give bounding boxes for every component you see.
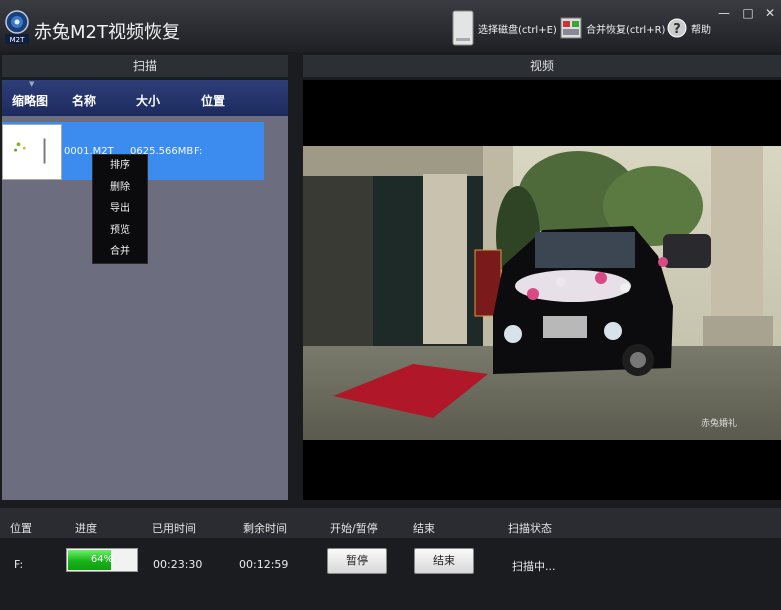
context-menu: 排序 删除 导出 预览 合并 — [92, 154, 148, 264]
app-title: 赤兔M2T视频恢复 — [34, 22, 180, 43]
select-disk-label: 选择磁盘(ctrl+E) — [478, 24, 557, 36]
svg-text:M2T: M2T — [10, 36, 25, 44]
minimize-button[interactable]: — — [713, 4, 735, 22]
app-logo-icon: M2T — [5, 10, 29, 44]
menu-item-export[interactable]: 导出 — [93, 198, 147, 220]
video-frame-image — [303, 146, 781, 440]
status-col-location: 位置 — [10, 522, 32, 535]
elapsed-time: 00:23:30 — [153, 558, 203, 571]
remaining-time: 00:12:59 — [239, 558, 289, 571]
video-panel-header: 视频 — [303, 55, 781, 77]
column-location[interactable]: 位置 — [201, 92, 225, 109]
video-preview: 赤兔婚礼 — [303, 80, 781, 500]
scan-status-header: 位置 进度 已用时间 剩余时间 开始/暂停 结束 扫描状态 — [0, 508, 781, 538]
merge-recover-button[interactable]: 合并恢复(ctrl+R) — [560, 10, 665, 46]
scan-status-row: F: 64% 00:23:30 00:12:59 暂停 结束 扫描中... — [0, 540, 781, 610]
menu-item-preview[interactable]: 预览 — [93, 220, 147, 242]
scan-file-list: ▼ 缩略图 名称 大小 位置 0001.M2T 0625.566MB F: — [2, 80, 288, 500]
help-label: 帮助 — [691, 24, 711, 36]
column-size[interactable]: 大小 — [136, 92, 160, 109]
scan-panel-header: 扫描 — [2, 55, 288, 77]
scan-location: F: — [14, 558, 24, 571]
help-button[interactable]: ? 帮助 — [667, 10, 711, 46]
end-button[interactable]: 结束 — [414, 548, 474, 574]
title-bar: M2T 赤兔M2T视频恢复 选择磁盘(ctrl+E) 合并恢复(ctrl+R) … — [0, 0, 781, 52]
status-col-progress: 进度 — [75, 522, 97, 535]
status-col-elapsed: 已用时间 — [152, 522, 196, 535]
status-col-start-pause: 开始/暂停 — [330, 522, 378, 535]
progress-text: 64% — [90, 554, 114, 565]
file-list-header: ▼ 缩略图 名称 大小 位置 — [2, 80, 288, 116]
svg-text:?: ? — [673, 22, 681, 37]
merge-icon — [560, 17, 582, 39]
menu-item-sort[interactable]: 排序 — [93, 155, 147, 177]
video-thumbnail — [2, 124, 62, 180]
column-name[interactable]: 名称 — [72, 92, 96, 109]
sort-indicator-icon: ▼ — [29, 80, 35, 88]
menu-item-delete[interactable]: 删除 — [93, 177, 147, 199]
menu-item-merge[interactable]: 合并 — [93, 241, 147, 263]
merge-recover-label: 合并恢复(ctrl+R) — [586, 24, 666, 36]
maximize-button[interactable]: □ — [737, 4, 759, 22]
select-disk-button[interactable]: 选择磁盘(ctrl+E) — [452, 10, 557, 46]
pause-button[interactable]: 暂停 — [327, 548, 387, 574]
disk-icon — [452, 10, 474, 46]
file-location: F: — [194, 146, 203, 157]
scan-progress-bar: 64% — [66, 548, 138, 572]
close-button[interactable]: ✕ — [759, 4, 781, 22]
status-col-scan-state: 扫描状态 — [508, 522, 552, 535]
help-icon: ? — [667, 18, 687, 38]
status-col-remaining: 剩余时间 — [243, 522, 287, 535]
column-thumbnail[interactable]: 缩略图 — [12, 92, 48, 109]
status-col-end: 结束 — [413, 522, 435, 535]
video-watermark: 赤兔婚礼 — [701, 419, 738, 429]
scan-state: 扫描中... — [512, 560, 556, 573]
